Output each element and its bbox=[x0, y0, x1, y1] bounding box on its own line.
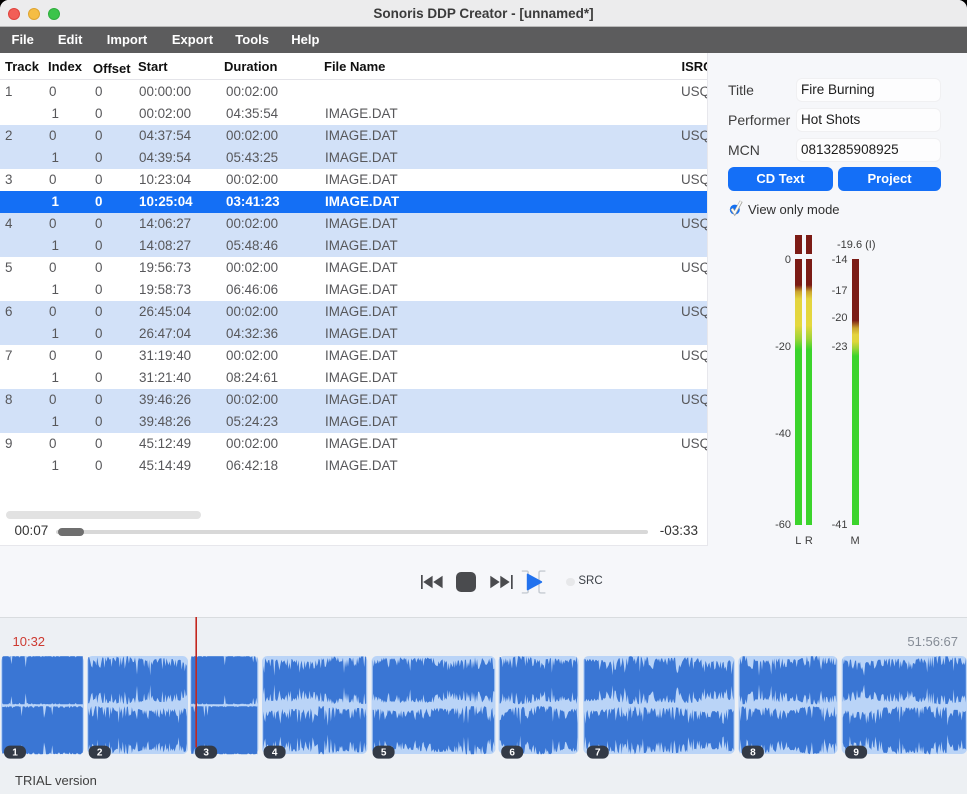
svg-text:2: 2 bbox=[97, 747, 103, 758]
svg-text:7: 7 bbox=[595, 747, 601, 758]
svg-text:9: 9 bbox=[853, 747, 859, 758]
svg-text:5: 5 bbox=[381, 747, 387, 758]
svg-text:1: 1 bbox=[12, 747, 18, 758]
svg-text:8: 8 bbox=[750, 747, 756, 758]
svg-text:3: 3 bbox=[203, 747, 209, 758]
svg-text:6: 6 bbox=[509, 747, 515, 758]
svg-text:4: 4 bbox=[272, 747, 278, 758]
